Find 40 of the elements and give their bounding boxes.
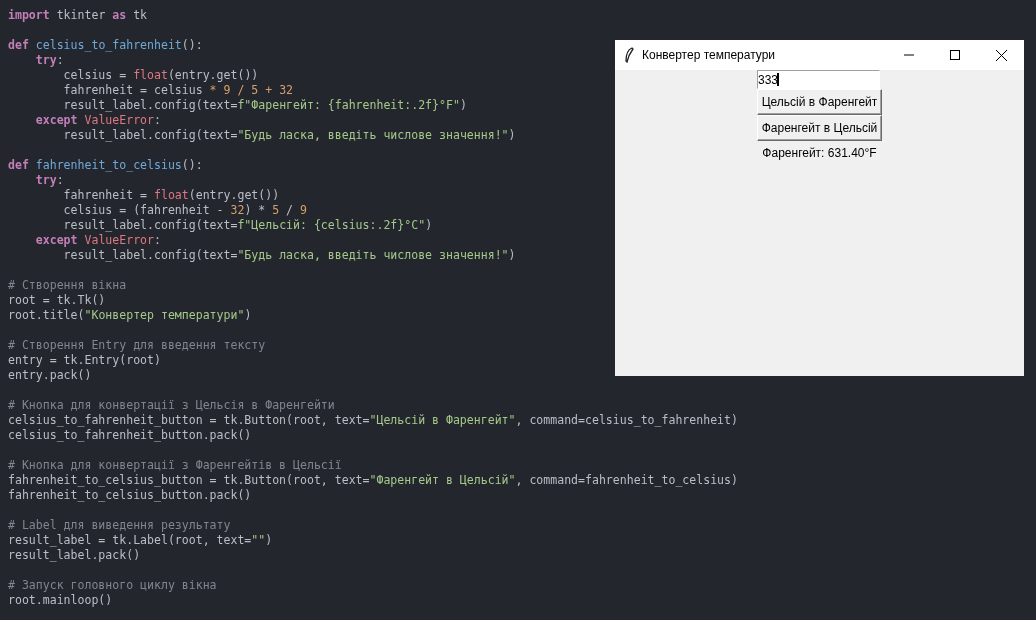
convert-button[interactable]: Фаренгейт в Цельсій [757, 115, 882, 141]
code-line: fahrenheit = celsius * 9 / 5 + 32 [62, 83, 294, 98]
code-line: celsius = (fahrenheit - 32) * 5 / 9 [62, 203, 307, 218]
input-field[interactable]: 333 [757, 70, 880, 89]
code-line: # Кнопка для конвертації з Фаренгейтів в Цельсії [8, 458, 342, 473]
code-line: except ValueError: [34, 233, 161, 248]
code-line: result_label = tk.Label(root, text="") [8, 533, 273, 548]
code-line: try: [34, 173, 64, 188]
code-line: result_label.config(text="Будь ласка, введіть числове значення!") [62, 248, 516, 263]
close-icon [995, 49, 1007, 61]
code-line: import tkinter as tk [8, 8, 148, 23]
code-line: def celsius_to_fahrenheit(): [8, 38, 203, 53]
code-line: fahrenheit_to_celsius_button.pack() [8, 488, 252, 503]
code-line: celsius = float(entry.get()) [62, 68, 259, 83]
maximize-icon [950, 50, 960, 60]
code-line: # Label для виведення результату [8, 518, 231, 533]
code-line: fahrenheit = float(entry.get()) [62, 188, 280, 203]
code-line: try: [34, 53, 64, 68]
code-line: result_label.config(text="Будь ласка, введіть числове значення!") [62, 128, 516, 143]
code-line: entry.pack() [8, 368, 92, 383]
code-line: # Створення вікна [8, 278, 127, 293]
convert-button[interactable]: Цельсій в Фаренгейт [757, 89, 882, 115]
code-line: celsius_to_fahrenheit_button.pack() [8, 428, 252, 443]
code-line: root.mainloop() [8, 593, 113, 608]
code-line: # Створення Entry для введення тексту [8, 338, 266, 353]
code-line: root.title("Конвертер температури") [8, 308, 252, 323]
result-label: Фаренгейт: 631.40°F [762, 146, 877, 160]
feather-icon [624, 47, 634, 63]
code-line: except ValueError: [34, 113, 161, 128]
code-line: result_label.config(text=f"Цельсій: {celsius:.2f}°C") [62, 218, 433, 233]
window-title: Конвертер температури [642, 48, 777, 62]
code-line: entry = tk.Entry(root) [8, 353, 161, 368]
code-line: root = tk.Tk() [8, 293, 106, 308]
code-line: result_label.config(text=f"Фаренгейт: {fahrenheit:.2f}°F") [62, 98, 467, 113]
code-line: result_label.pack() [8, 548, 141, 563]
code-line: fahrenheit_to_celsius_button = tk.Button(root, text="Фаренгейт в Цельсій", command=fahrenheit_to_celsius) [8, 473, 738, 488]
code-line: def fahrenheit_to_celsius(): [8, 158, 203, 173]
code-line: celsius_to_fahrenheit_button = tk.Button(root, text="Цельсій в Фаренгейт", command=celsius_to_fahrenheit) [8, 413, 738, 428]
code-line: # Запуск головного циклу вікна [8, 578, 217, 593]
code-line: # Кнопка для конвертації з Цельсія в Фаренгейти [8, 398, 335, 413]
